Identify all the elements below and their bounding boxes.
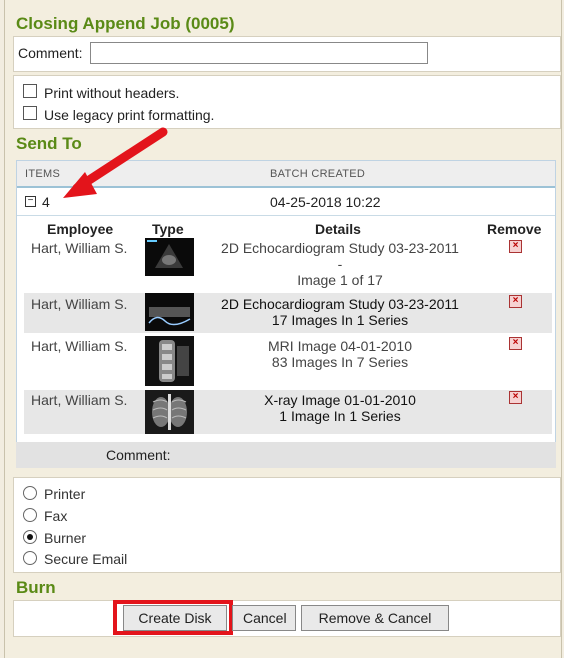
burn-title: Burn <box>16 578 56 597</box>
legacy-print-checkbox[interactable] <box>23 106 37 120</box>
cancel-button[interactable]: Cancel <box>232 605 296 631</box>
details-line1: 2D Echocardiogram Study 03-23-2011 <box>221 240 459 256</box>
secure-email-label: Secure Email <box>44 551 128 567</box>
remove-icon[interactable]: × <box>509 240 522 253</box>
printer-label: Printer <box>44 486 86 502</box>
detail-header-details: Details <box>315 221 361 237</box>
xray-thumbnail[interactable] <box>145 390 194 434</box>
detail-header-type: Type <box>152 221 184 237</box>
row-employee: Hart, William S. <box>31 240 128 256</box>
row-employee: Hart, William S. <box>31 296 128 312</box>
fax-radio[interactable] <box>23 508 37 522</box>
col-batch-created: BATCH CREATED <box>270 168 366 180</box>
highlight-box <box>113 600 233 635</box>
echocardiogram-thumbnail[interactable] <box>145 238 194 276</box>
burner-label: Burner <box>44 530 87 546</box>
details-line2: 17 Images In 1 Series <box>271 312 409 328</box>
burner-radio[interactable] <box>23 530 37 544</box>
details-line1: X-ray Image 01-01-2010 <box>264 392 416 408</box>
divider <box>17 215 555 216</box>
row-details-3: MRI Image 04-01-2010 83 Images In 7 Seri… <box>205 338 475 370</box>
remove-icon[interactable]: × <box>509 295 522 308</box>
remove-icon[interactable]: × <box>509 337 522 350</box>
secure-email-radio[interactable] <box>23 551 37 565</box>
details-line3: Image 1 of 17 <box>297 272 383 288</box>
batch-comment-label: Comment: <box>106 447 171 463</box>
row-details-2: 2D Echocardiogram Study 03-23-2011 17 Im… <box>205 296 475 328</box>
echocardiogram-thumbnail[interactable] <box>145 293 194 331</box>
print-without-headers-label: Print without headers. <box>44 85 180 101</box>
minus-square-icon[interactable]: − <box>25 196 36 207</box>
batch-comment-row: Comment: <box>16 442 556 468</box>
page-title: Closing Append Job (0005) <box>16 14 235 33</box>
fax-label: Fax <box>44 508 68 524</box>
details-line2: 1 Image In 1 Series <box>279 408 401 424</box>
remove-icon[interactable]: × <box>509 391 522 404</box>
printer-radio[interactable] <box>23 486 37 500</box>
batch-created-date: 04-25-2018 10:22 <box>270 194 381 210</box>
details-line1: 2D Echocardiogram Study 03-23-2011 <box>221 296 459 312</box>
row-employee: Hart, William S. <box>31 338 128 354</box>
details-line1: MRI Image 04-01-2010 <box>268 338 412 354</box>
detail-header-employee: Employee <box>47 221 114 237</box>
comment-input[interactable] <box>90 42 428 64</box>
details-line2: - <box>337 256 343 272</box>
remove-cancel-button[interactable]: Remove & Cancel <box>301 605 449 631</box>
mri-thumbnail[interactable] <box>145 336 194 386</box>
row-details-1: 2D Echocardiogram Study 03-23-2011 - Ima… <box>205 240 475 288</box>
print-without-headers-checkbox[interactable] <box>23 84 37 98</box>
row-employee: Hart, William S. <box>31 392 128 408</box>
detail-header-remove: Remove <box>487 221 542 237</box>
annotation-arrow-icon <box>63 127 168 198</box>
comment-label: Comment: <box>18 45 83 61</box>
details-line2: 83 Images In 7 Series <box>271 354 409 370</box>
row-details-4: X-ray Image 01-01-2010 1 Image In 1 Seri… <box>205 392 475 424</box>
job-panel: Closing Append Job (0005) Comment: Print… <box>4 0 562 658</box>
